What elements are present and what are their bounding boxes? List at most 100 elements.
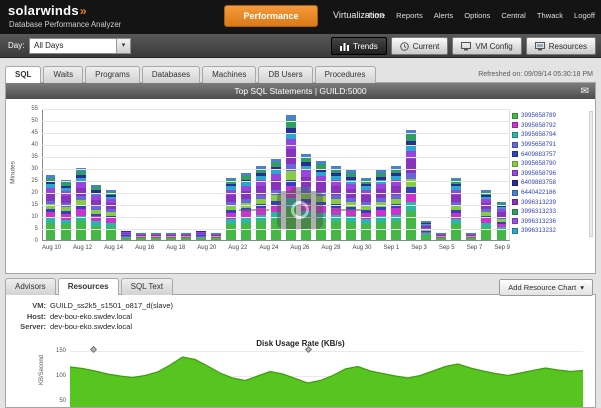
sql-bar-aug-31[interactable] — [361, 178, 371, 240]
bar-segment[interactable] — [226, 224, 236, 240]
bar-segment[interactable] — [76, 221, 86, 240]
bar-segment[interactable] — [226, 195, 236, 202]
chevron-down-icon[interactable]: ▾ — [116, 39, 130, 53]
add-resource-chart-button[interactable]: Add Resource Chart ▾ — [499, 279, 593, 296]
bar-segment[interactable] — [406, 159, 416, 172]
sql-bar-aug-19[interactable] — [181, 233, 191, 240]
tab-procedures[interactable]: Procedures — [315, 66, 376, 83]
bar-segment[interactable] — [121, 238, 131, 240]
legend-sql-id-link[interactable]: 6409883757 — [521, 151, 556, 158]
nav-reports[interactable]: Reports — [396, 11, 423, 20]
nav-central[interactable]: Central — [501, 11, 525, 20]
legend-item[interactable]: 3996313239 — [512, 197, 592, 207]
sql-bar-aug-20[interactable] — [196, 231, 206, 241]
sql-bar-aug-16[interactable] — [136, 233, 146, 240]
bar-segment[interactable] — [406, 134, 416, 141]
legend-sql-id-link[interactable]: 3996313233 — [521, 208, 556, 215]
legend-item[interactable]: 3996313236 — [512, 217, 592, 227]
tab-sql[interactable]: SQL — [5, 66, 41, 83]
bar-segment[interactable] — [331, 221, 341, 240]
legend-item[interactable]: 6409883758 — [512, 178, 592, 188]
bar-segment[interactable] — [406, 202, 416, 211]
bar-segment[interactable] — [406, 211, 416, 240]
tab-sql-text[interactable]: SQL Text — [121, 278, 173, 295]
nav-logoff[interactable]: Logoff — [574, 11, 595, 20]
bar-segment[interactable] — [286, 198, 296, 208]
bar-segment[interactable] — [391, 208, 401, 215]
bar-segment[interactable] — [497, 230, 507, 240]
bar-segment[interactable] — [286, 171, 296, 180]
legend-item[interactable]: 6409883757 — [512, 149, 592, 159]
email-icon[interactable]: ✉ — [581, 84, 589, 100]
sql-bar-sep-6[interactable] — [451, 178, 461, 240]
legend-sql-id-link[interactable]: 3996313232 — [521, 227, 556, 234]
bar-segment[interactable] — [151, 238, 161, 240]
nav-alerts[interactable]: Alerts — [434, 11, 453, 20]
legend-item[interactable]: 6440422186 — [512, 188, 592, 198]
sql-bar-aug-11[interactable] — [61, 180, 71, 240]
bar-segment[interactable] — [211, 238, 221, 240]
legend-sql-id-link[interactable]: 3995658792 — [521, 122, 556, 129]
day-select[interactable]: All Days ▾ — [29, 38, 131, 54]
bar-segment[interactable] — [46, 223, 56, 240]
bar-segment[interactable] — [301, 177, 311, 187]
bar-segment[interactable] — [391, 221, 401, 240]
bar-segment[interactable] — [241, 223, 251, 240]
sql-bar-aug-10[interactable] — [46, 175, 56, 240]
bar-segment[interactable] — [361, 195, 371, 202]
legend-sql-id-link[interactable]: 3996313239 — [521, 199, 556, 206]
nav-options[interactable]: Options — [464, 11, 490, 20]
legend-item[interactable]: 3995658789 — [512, 111, 592, 121]
legend-scrollbar[interactable] — [589, 111, 593, 237]
sql-bar-sep-7[interactable] — [466, 233, 476, 240]
tab-waits[interactable]: Waits — [43, 66, 83, 83]
bar-segment[interactable] — [376, 222, 386, 240]
bar-segment[interactable] — [181, 238, 191, 240]
bar-segment[interactable] — [361, 224, 371, 240]
sql-bar-aug-15[interactable] — [121, 231, 131, 241]
legend-item[interactable]: 3995658796 — [512, 169, 592, 179]
bar-segment[interactable] — [256, 208, 266, 215]
legend-item[interactable]: 3996313233 — [512, 207, 592, 217]
tab-machines[interactable]: Machines — [202, 66, 256, 83]
tab-databases[interactable]: Databases — [142, 66, 200, 83]
trends-button[interactable]: Trends — [331, 37, 387, 55]
legend-sql-id-link[interactable]: 3996313236 — [521, 218, 556, 225]
resources-button[interactable]: Resources — [526, 37, 596, 55]
bar-segment[interactable] — [451, 195, 461, 202]
sql-bar-aug-14[interactable] — [106, 190, 116, 240]
bar-segment[interactable] — [166, 238, 176, 240]
tab-db-users[interactable]: DB Users — [258, 66, 312, 83]
bar-segment[interactable] — [286, 139, 296, 149]
tab-advisors[interactable]: Advisors — [5, 278, 56, 295]
legend-sql-id-link[interactable]: 6409883758 — [521, 179, 556, 186]
legend-sql-id-link[interactable]: 3995658789 — [521, 112, 556, 119]
bar-segment[interactable] — [136, 238, 146, 240]
bar-segment[interactable] — [436, 238, 446, 240]
bar-segment[interactable] — [286, 186, 296, 197]
bar-segment[interactable] — [316, 182, 326, 192]
sql-bar-aug-17[interactable] — [151, 233, 161, 240]
tab-programs[interactable]: Programs — [85, 66, 140, 83]
bar-segment[interactable] — [451, 224, 461, 240]
legend-item[interactable]: 3995658791 — [512, 140, 592, 150]
bar-segment[interactable] — [406, 173, 416, 180]
sql-bar-aug-21[interactable] — [211, 233, 221, 240]
bar-segment[interactable] — [61, 224, 71, 240]
bar-segment[interactable] — [91, 226, 101, 240]
nav-home[interactable]: Home — [365, 11, 385, 20]
sql-bar-sep-3[interactable] — [406, 130, 416, 240]
legend-item[interactable]: 3996313232 — [512, 226, 592, 236]
bar-segment[interactable] — [316, 206, 326, 213]
bar-segment[interactable] — [271, 205, 281, 212]
sql-bar-aug-26[interactable] — [286, 115, 296, 240]
bar-segment[interactable] — [256, 221, 266, 240]
legend-sql-id-link[interactable]: 6440422186 — [521, 189, 556, 196]
bar-segment[interactable] — [421, 235, 431, 240]
bar-segment[interactable] — [196, 238, 206, 240]
bar-segment[interactable] — [76, 188, 86, 197]
sql-bar-aug-27[interactable] — [301, 154, 311, 240]
tab-resources[interactable]: Resources — [58, 278, 119, 295]
bar-segment[interactable] — [406, 193, 416, 203]
legend-sql-id-link[interactable]: 3995658791 — [521, 141, 556, 148]
